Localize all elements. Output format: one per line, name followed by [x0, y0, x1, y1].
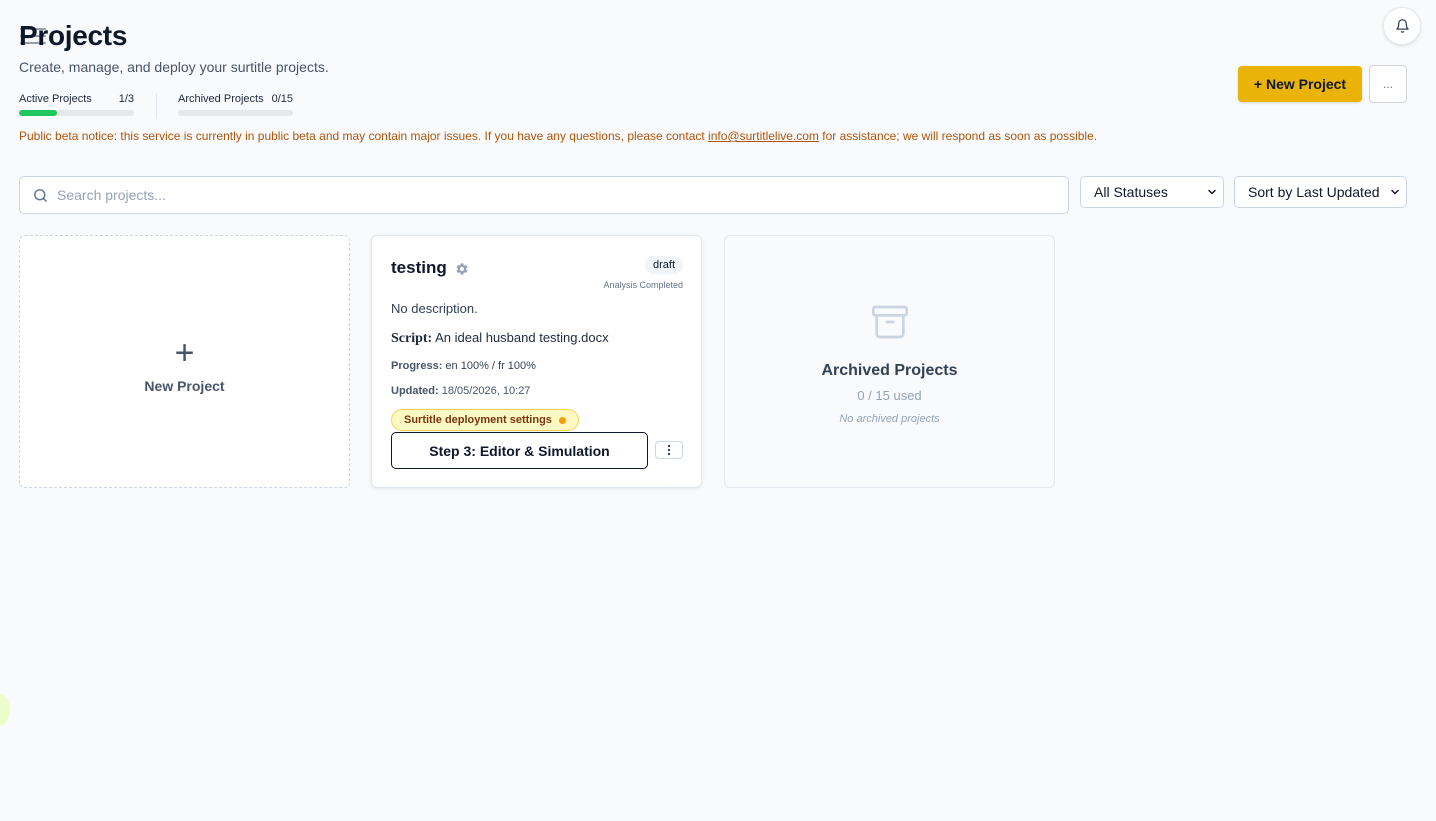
search-input[interactable]	[57, 187, 1037, 203]
chevron-down-icon	[1391, 189, 1399, 195]
beta-notice-text: Public beta notice: this service is curr…	[19, 129, 709, 143]
active-projects-stat: Active Projects 1/3	[19, 93, 134, 119]
stats-divider	[156, 93, 157, 119]
kebab-icon	[667, 444, 671, 456]
sort-select[interactable]: Sort by Last Updated	[1234, 176, 1407, 208]
archived-projects-usage: 0 / 15 used	[857, 388, 922, 403]
archived-projects-bar	[178, 110, 293, 116]
active-projects-bar-fill	[19, 110, 58, 116]
active-projects-bar	[19, 110, 134, 116]
project-updated: Updated: 18/05/2026, 10:27	[391, 385, 530, 397]
bell-icon	[1395, 19, 1409, 33]
archived-projects-count: 0/15	[271, 93, 293, 105]
archived-projects-card[interactable]: Archived Projects 0 / 15 used No archive…	[724, 235, 1055, 488]
status-filter-select[interactable]: All Statuses	[1080, 176, 1224, 208]
contact-email-link[interactable]: info@surtitlelive.com	[708, 129, 819, 143]
archived-projects-stat: Archived Projects 0/15	[178, 93, 293, 119]
page-title: Projects	[19, 20, 128, 51]
floating-widget[interactable]	[0, 694, 10, 726]
script-label: Script:	[391, 331, 433, 346]
archived-projects-title: Archived Projects	[821, 362, 958, 379]
project-title: testing	[391, 258, 469, 278]
project-description: No description.	[391, 301, 478, 316]
active-projects-count: 1/3	[118, 93, 134, 105]
project-stats: Active Projects 1/3 Archived Projects 0/…	[19, 93, 293, 119]
status-dot	[558, 416, 566, 424]
progress-label: Progress:	[391, 360, 443, 372]
project-progress: Progress: en 100% / fr 100%	[391, 360, 536, 372]
analysis-status: Analysis Completed	[603, 280, 683, 290]
page-subtitle: Create, manage, and deploy your surtitle…	[19, 59, 329, 75]
updated-label: Updated:	[391, 385, 439, 397]
archive-icon	[872, 305, 908, 339]
status-badge: draft	[644, 256, 683, 274]
beta-notice-suffix: for assistance; we will respond as soon …	[818, 129, 1098, 143]
updated-value: 18/05/2026, 10:27	[441, 385, 531, 397]
script-filename: An ideal husband testing.docx	[435, 330, 609, 345]
project-name[interactable]: testing	[391, 258, 447, 278]
gear-icon[interactable]	[455, 262, 469, 276]
sort-value: Sort by Last Updated	[1248, 184, 1380, 200]
project-script: Script: An ideal husband testing.docx	[391, 330, 609, 347]
active-projects-label: Active Projects	[19, 93, 92, 105]
search-icon	[34, 188, 47, 202]
step-editor-simulation-button[interactable]: Step 3: Editor & Simulation	[391, 432, 648, 469]
project-card[interactable]: testing draft Analysis Completed No desc…	[371, 235, 702, 488]
search-box[interactable]	[19, 176, 1069, 214]
beta-notice: Public beta notice: this service is curr…	[19, 129, 1097, 143]
plus-icon: +	[174, 333, 195, 372]
deployment-settings-badge[interactable]: Surtitle deployment settings	[391, 409, 579, 431]
status-filter-value: All Statuses	[1094, 184, 1168, 200]
more-options-button[interactable]: ...	[1369, 65, 1407, 103]
archived-projects-empty: No archived projects	[839, 413, 940, 425]
deployment-settings-label: Surtitle deployment settings	[404, 414, 552, 426]
progress-value: en 100% / fr 100%	[445, 360, 536, 372]
new-project-button[interactable]: + New Project	[1238, 66, 1362, 102]
new-project-card-label: New Project	[144, 377, 225, 394]
archived-projects-label: Archived Projects	[178, 93, 264, 105]
project-menu-button[interactable]	[655, 441, 683, 459]
notifications-button[interactable]	[1383, 7, 1421, 45]
new-project-card[interactable]: + New Project	[19, 235, 350, 488]
chevron-down-icon	[1208, 189, 1216, 195]
